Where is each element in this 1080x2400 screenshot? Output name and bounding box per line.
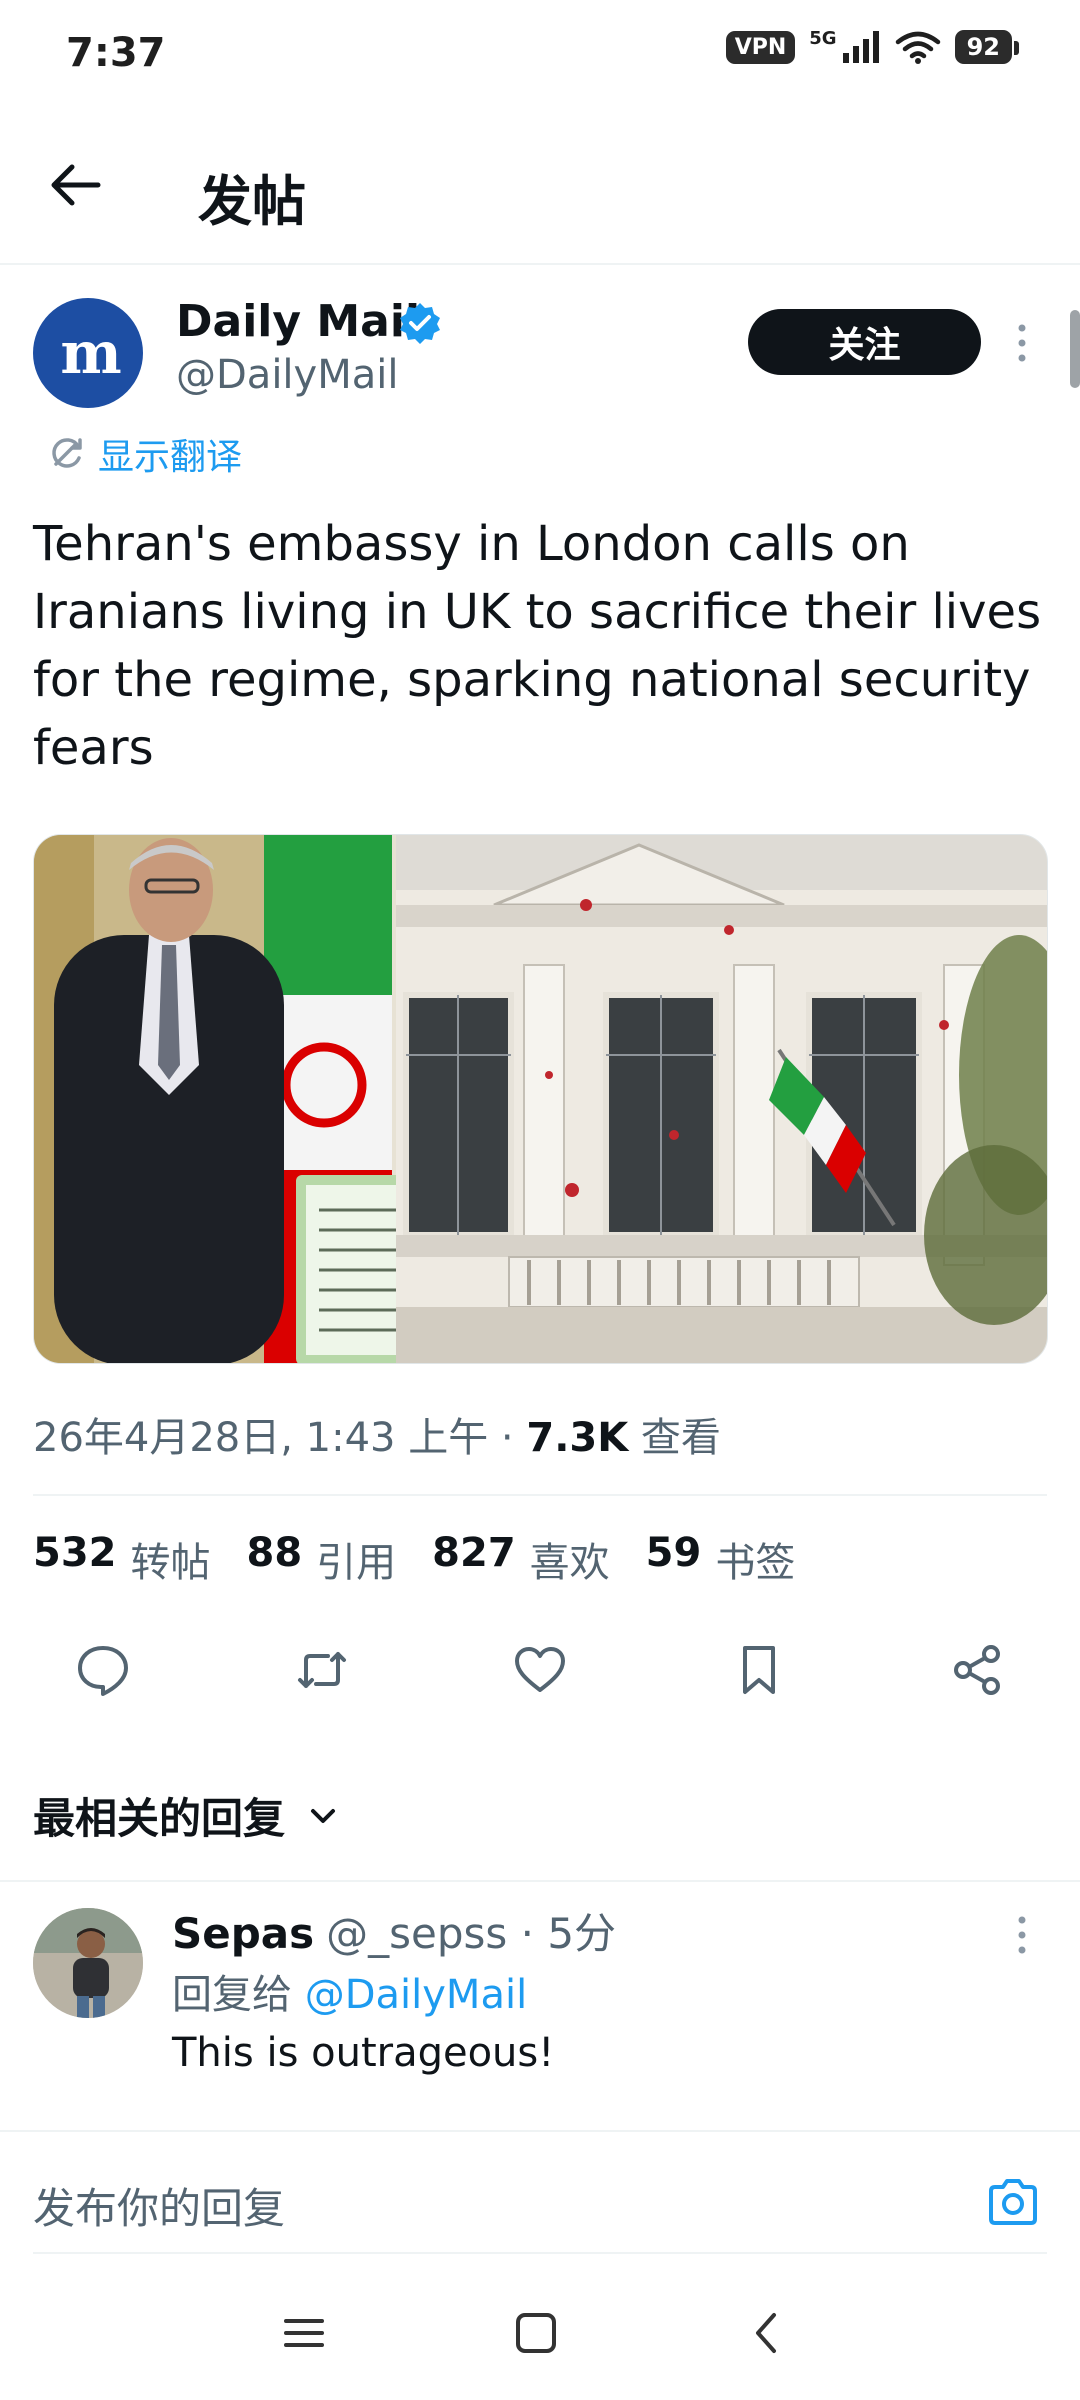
stat-label: 喜欢 [529,1540,610,1586]
wifi-icon [895,31,940,64]
divider [33,1494,1047,1496]
like-icon[interactable] [510,1640,570,1700]
translate-label: 显示翻译 [98,437,243,478]
views-label: 查看 [628,1415,721,1461]
reply-meta: @_sepss · 5分 [326,1909,617,1958]
stat-label: 书签 [715,1540,796,1586]
status-time: 7:37 [66,30,166,76]
stat-label: 转帖 [130,1540,211,1586]
replies-sort-label: 最相关的回复 [33,1794,286,1843]
stat-likes[interactable]: 827 喜欢 [432,1530,610,1588]
post-actions [33,1640,1047,1700]
app-header: 发帖 [0,105,1080,265]
status-icons: VPN 5G 92 [725,27,1020,64]
stat-quotes[interactable]: 88 引用 [247,1530,397,1588]
engagement-stats: 532 转帖 88 引用 827 喜欢 59 书签 [33,1530,795,1588]
avatar-logo: m [60,319,121,387]
status-bar: 7:37 VPN 5G 92 [0,0,1080,105]
post-timestamp: 26年4月28日, 1:43 上午 · [33,1415,527,1461]
bookmark-icon[interactable] [729,1640,789,1700]
stat-label: 引用 [316,1540,397,1586]
stat-bookmarks[interactable]: 59 书签 [646,1530,796,1588]
reply-more-options-icon[interactable] [1010,1910,1034,1960]
reply-icon[interactable] [73,1640,133,1700]
stat-reposts[interactable]: 532 转帖 [33,1530,211,1588]
menu-nav-icon[interactable] [276,2305,332,2361]
verified-badge-icon [400,303,440,344]
reply-to-line: 回复给 @DailyMail [172,1962,527,2020]
scrollbar-thumb[interactable] [1070,310,1080,388]
post-text: Tehran's embassy in London calls on Iran… [33,516,1042,776]
home-nav-icon[interactable] [508,2305,564,2361]
post-media-image[interactable] [33,834,1048,1364]
chevron-down-icon [311,1808,336,1823]
stat-number: 827 [432,1530,516,1576]
divider [0,1880,1080,1882]
share-icon[interactable] [947,1640,1007,1700]
follow-button[interactable]: 关注 [748,309,981,375]
reply-composer-input[interactable]: 发布你的回复 [33,2175,285,2236]
reply-to-handle[interactable]: @DailyMail [305,1972,527,2018]
vpn-badge: VPN [725,30,796,64]
post-meta: 26年4月28日, 1:43 上午 · 7.3K 查看 [33,1405,721,1463]
battery-indicator: 92 [954,30,1020,64]
stat-number: 59 [645,1530,702,1576]
author-name[interactable]: Daily Mail [176,296,420,347]
back-arrow-icon[interactable] [40,150,110,220]
signal-icon [842,31,879,63]
reply-header: Sepas @_sepss · 5分 [172,1900,616,1961]
reply-to-prefix: 回复给 [172,1972,305,2018]
page-title: 发帖 [198,170,306,233]
divider [0,2130,1080,2132]
media-illustration [34,835,1047,1363]
reply-text: This is outrageous! [172,2030,555,2076]
repost-icon[interactable] [292,1640,352,1700]
author-avatar[interactable]: m [33,298,143,408]
author-handle[interactable]: @DailyMail [176,352,398,398]
more-options-icon[interactable] [1010,318,1034,368]
reply-avatar[interactable] [33,1908,143,2018]
translate-icon [52,438,82,468]
replies-sort-dropdown[interactable]: 最相关的回复 [33,1785,343,1846]
back-nav-icon[interactable] [740,2305,796,2361]
divider [33,2252,1047,2254]
stat-number: 88 [246,1530,303,1576]
translate-toggle[interactable]: 显示翻译 [46,428,242,480]
reply-avatar-photo [33,1908,143,2018]
camera-icon[interactable] [985,2175,1041,2231]
reply-author-name[interactable]: Sepas [172,1909,314,1958]
network-label: 5G [809,27,837,49]
stat-number: 532 [33,1530,117,1576]
views-count: 7.3K [526,1415,629,1461]
